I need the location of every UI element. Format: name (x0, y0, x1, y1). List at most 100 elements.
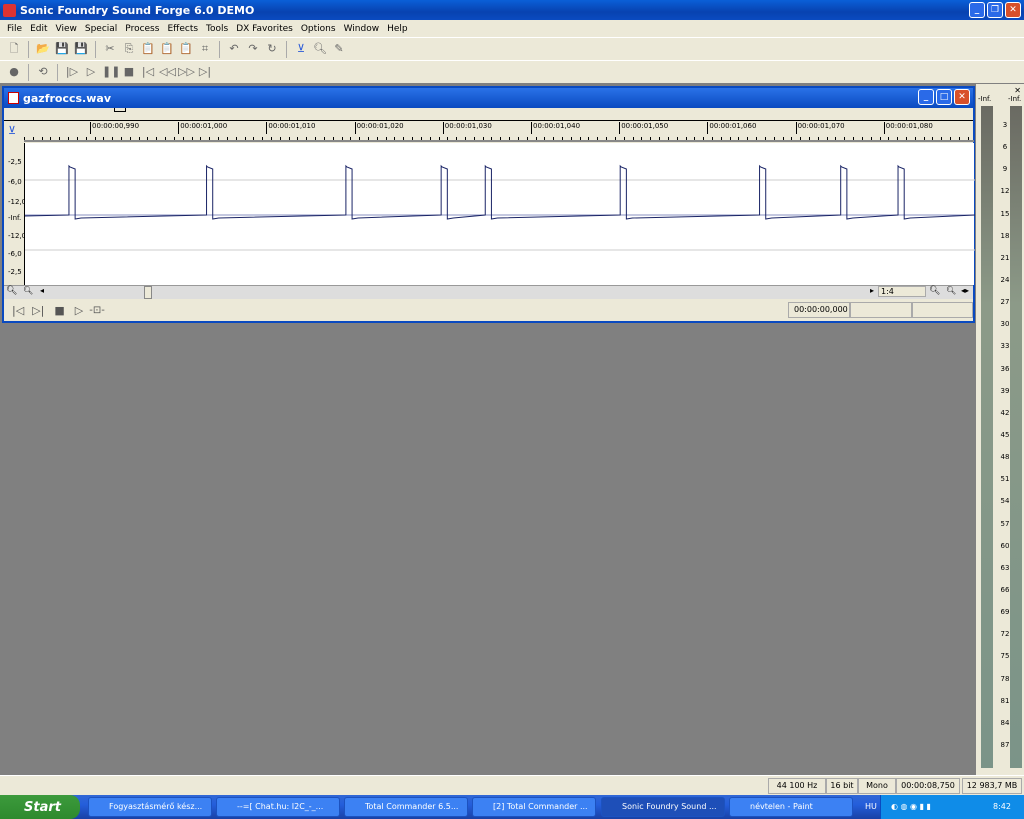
ruler-minor-tick (729, 137, 731, 140)
copy-icon[interactable]: ⎘ (121, 41, 137, 57)
ruler-minor-tick (906, 137, 907, 140)
paste-mix-icon[interactable]: 📋 (159, 41, 175, 57)
menu-special[interactable]: Special (81, 24, 121, 34)
edit-tool-icon[interactable]: ⊻ (8, 124, 16, 137)
overview-bar[interactable] (4, 108, 973, 121)
menu-dx-favorites[interactable]: DX Favorites (232, 24, 297, 34)
taskbar-item[interactable]: [2] Total Commander ... (472, 797, 596, 817)
overview-marker[interactable] (114, 108, 126, 112)
zoom-in-level-icon[interactable]: 🔍︎ (946, 286, 956, 295)
edit-tool-icon[interactable]: ⊻ (293, 41, 309, 57)
sample-rate: 44 100 Hz (768, 778, 826, 794)
menu-options[interactable]: Options (297, 24, 340, 34)
ruler-minor-tick (932, 137, 934, 140)
go-end-icon[interactable]: ▷| (32, 304, 44, 317)
menu-window[interactable]: Window (340, 24, 384, 34)
zoom-out-icon[interactable]: 🔍︎ (6, 286, 17, 296)
forward-icon[interactable]: ▷▷ (178, 64, 195, 80)
taskbar-item[interactable]: névtelen - Paint (729, 797, 853, 817)
zoom-in-icon[interactable]: 🔍︎ (23, 286, 33, 295)
ruler-minor-tick (703, 137, 705, 140)
magnify-tool-icon[interactable]: 🔍︎ (312, 41, 328, 57)
play-icon[interactable]: ▷ (83, 64, 99, 80)
save-icon[interactable]: 💾 (54, 41, 70, 57)
start-button[interactable]: Start (0, 795, 80, 819)
ruler-minor-tick (297, 137, 299, 140)
scroll-left-icon[interactable]: ◂ (40, 286, 44, 295)
paste-crossfade-icon[interactable]: 📋 (178, 41, 194, 57)
menu-view[interactable]: View (52, 24, 81, 34)
plugin-chain-icon[interactable]: -⊡- (89, 305, 105, 316)
undo-icon[interactable]: ↶ (226, 41, 242, 57)
scroll-right-icon[interactable]: ▸ (870, 286, 874, 295)
menu-file[interactable]: File (3, 24, 26, 34)
loop-icon[interactable]: ⟲ (35, 64, 51, 80)
meter-scale-label: 27 (1000, 298, 1010, 307)
taskbar-item[interactable]: --=[ Chat.hu: I2C_-_... (216, 797, 340, 817)
waveform-display[interactable] (24, 143, 976, 285)
doc-maximize-button[interactable]: □ (936, 89, 952, 105)
menu-edit[interactable]: Edit (26, 24, 51, 34)
crop-icon[interactable]: ⌗ (197, 41, 213, 57)
new-icon[interactable]: 🗋 (6, 41, 22, 57)
go-end-icon[interactable]: ▷| (197, 64, 213, 80)
meter-scale-label: 45 (1000, 430, 1010, 439)
menu-effects[interactable]: Effects (163, 24, 202, 34)
repeat-icon[interactable]: ↻ (264, 41, 280, 57)
play-icon[interactable]: ▷ (75, 304, 83, 317)
scroll-thumb[interactable] (144, 286, 152, 299)
open-icon[interactable]: 📂 (35, 41, 51, 57)
zoom-ratio[interactable]: 1:4 (878, 286, 926, 297)
close-button[interactable]: ✕ (1005, 2, 1021, 18)
zoom-horizontal-icon[interactable]: ◂▸ (961, 286, 969, 295)
paste-icon[interactable]: 📋 (140, 41, 156, 57)
meter-close-icon[interactable]: ✕ (1014, 86, 1021, 95)
stop-icon[interactable]: ■ (54, 304, 64, 317)
zoom-out-level-icon[interactable]: 🔍︎ (929, 286, 940, 296)
ruler-minor-tick (156, 137, 158, 140)
taskbar-item[interactable]: Total Commander 6.5... (344, 797, 468, 817)
ruler-minor-tick (191, 137, 193, 140)
ruler-minor-tick (112, 137, 114, 140)
save-as-icon[interactable]: 💾 (73, 41, 89, 57)
meter-scale-label: 15 (1000, 209, 1010, 218)
rewind-icon[interactable]: ◁◁ (159, 64, 176, 80)
language-indicator[interactable]: HU (865, 795, 877, 819)
doc-close-button[interactable]: ✕ (954, 89, 970, 105)
pause-icon[interactable]: ❚❚ (102, 64, 120, 80)
ruler-minor-tick (588, 137, 590, 140)
record-icon[interactable]: ● (6, 64, 22, 80)
ruler-minor-tick (782, 137, 784, 140)
ruler-minor-tick (350, 137, 352, 140)
horizontal-scrollbar[interactable]: 🔍︎ 🔍︎ ◂ ▸ 1:4 🔍︎ 🔍︎ ◂▸ (4, 285, 973, 299)
selection-end (912, 302, 973, 318)
ruler-minor-tick (808, 137, 810, 140)
menu-process[interactable]: Process (121, 24, 163, 34)
pencil-tool-icon[interactable]: ✎ (331, 41, 347, 57)
ruler-minor-tick (923, 137, 925, 140)
taskbar-item[interactable]: Fogyasztásmérő kész... (88, 797, 212, 817)
go-start-icon[interactable]: |◁ (12, 304, 24, 317)
doc-minimize-button[interactable]: _ (918, 89, 934, 105)
clock: 8:42 (993, 802, 1011, 811)
time-ruler[interactable]: 00:00:00,990 00:00:01,000 00:00:01,010 00:0… (24, 122, 974, 142)
stop-icon[interactable]: ■ (121, 64, 137, 80)
ruler-minor-tick (209, 137, 211, 140)
minimize-button[interactable]: _ (969, 2, 985, 18)
play-all-icon[interactable]: |▷ (64, 64, 80, 80)
go-start-icon[interactable]: |◁ (140, 64, 156, 80)
ruler-minor-tick (173, 137, 175, 140)
ruler-minor-tick (85, 137, 87, 140)
tray-icons[interactable]: ◐ ◍ ◉ ▮ ▮ (891, 795, 931, 819)
redo-icon[interactable]: ↷ (245, 41, 261, 57)
taskbar-item[interactable]: Sonic Foundry Sound ... (601, 797, 725, 817)
restore-button[interactable]: ❐ (987, 2, 1003, 18)
menu-help[interactable]: Help (383, 24, 412, 34)
ruler-minor-tick (897, 137, 899, 140)
meter-scale-label: 72 (1000, 630, 1010, 639)
meter-scale-label: 75 (1000, 652, 1010, 661)
waveform-pulse (69, 166, 75, 215)
ruler-minor-tick (861, 137, 863, 140)
cut-icon[interactable]: ✂ (102, 41, 118, 57)
menu-tools[interactable]: Tools (202, 24, 232, 34)
